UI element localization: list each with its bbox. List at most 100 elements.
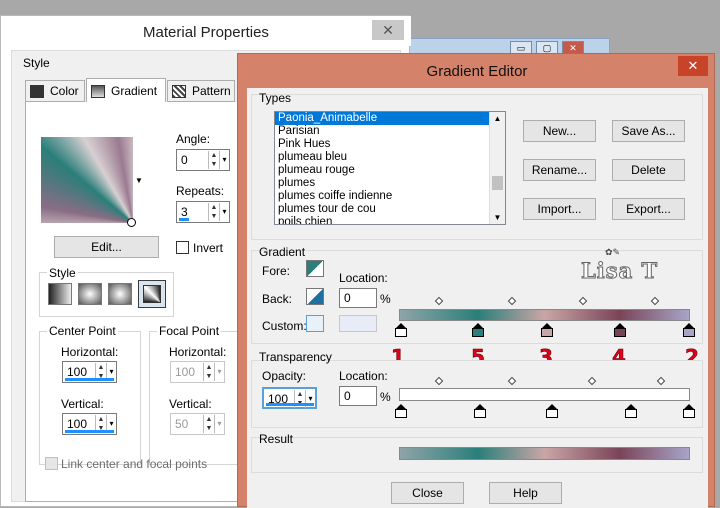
center-vertical-value: 100 — [67, 417, 88, 431]
list-item[interactable]: plumes coiffe indienne — [275, 190, 505, 203]
editor-close-button[interactable]: ✕ — [678, 56, 708, 76]
color-stop-5[interactable] — [472, 323, 484, 337]
list-item[interactable]: poils chien — [275, 216, 505, 224]
dropdown-icon[interactable]: ▾ — [219, 203, 229, 221]
invert-checkbox[interactable] — [176, 241, 189, 254]
opacity-stop[interactable] — [546, 404, 558, 418]
opacity-stop[interactable] — [395, 404, 407, 418]
repeats-label: Repeats: — [176, 184, 225, 198]
dropdown-icon: ▾ — [214, 363, 224, 381]
spin-arrows-icon: ▲ ▼ — [203, 415, 214, 433]
rename-button[interactable]: Rename... — [523, 159, 596, 181]
watermark-logo: Lisa T — [580, 258, 659, 284]
focal-horizontal-value: 100 — [175, 365, 196, 379]
center-horizontal-spinbox[interactable]: 100 ▲ ▼ ▾ — [62, 361, 117, 383]
custom-color-preview — [339, 315, 377, 332]
editor-title: Gradient Editor — [426, 63, 528, 80]
transparency-bar[interactable] — [399, 388, 690, 401]
dropdown-icon[interactable]: ▾ — [219, 151, 229, 169]
angle-value: 0 — [181, 153, 188, 167]
opacity-stop[interactable] — [625, 404, 637, 418]
scroll-down-icon[interactable]: ▼ — [490, 211, 505, 224]
delete-button[interactable]: Delete — [612, 159, 685, 181]
opacity-label: Opacity: — [262, 369, 307, 383]
color-stop-2[interactable] — [683, 323, 695, 337]
transparency-label: Transparency — [259, 350, 332, 364]
sunburst-style-icon[interactable] — [138, 280, 166, 308]
opacity-stop[interactable] — [683, 404, 695, 418]
focal-horizontal-spinbox: 100 ▲ ▼ ▾ — [170, 361, 225, 383]
tab-gradient[interactable]: Gradient — [86, 78, 166, 104]
back-swatch-icon[interactable] — [306, 288, 324, 305]
focal-vertical-value: 50 — [175, 417, 189, 431]
gradient-label: Gradient — [259, 245, 306, 259]
opacity-stop[interactable] — [474, 404, 486, 418]
opacity-spinbox[interactable]: 100 ▲▼▾ — [262, 387, 317, 409]
list-item[interactable]: plumeau bleu — [275, 151, 505, 164]
list-item[interactable]: Pink Hues — [275, 138, 505, 151]
caret-down-icon[interactable]: ▼ — [135, 176, 143, 185]
tab-pattern[interactable]: Pattern — [167, 80, 235, 102]
list-item[interactable]: plumes — [275, 177, 505, 190]
tab-color-label: Color — [50, 84, 79, 98]
spin-arrows-icon[interactable]: ▲▼ — [208, 203, 219, 221]
link-points-label: Link center and focal points — [61, 457, 208, 471]
new-button[interactable]: New... — [523, 120, 596, 142]
save-as-button[interactable]: Save As... — [612, 120, 685, 142]
custom-label: Custom: — [262, 319, 307, 333]
color-icon — [30, 84, 44, 98]
focal-point-label: Focal Point — [157, 324, 222, 338]
location-input[interactable]: 0 — [339, 288, 377, 308]
list-scrollbar[interactable]: ▲ ▼ — [489, 112, 505, 224]
gradient-bar[interactable] — [399, 309, 690, 321]
material-title-bar: Material Properties ✕ — [1, 16, 411, 46]
editor-title-bar: Gradient Editor — [238, 54, 716, 88]
material-close-button[interactable]: ✕ — [372, 20, 404, 40]
import-button[interactable]: Import... — [523, 198, 596, 220]
scroll-up-icon[interactable]: ▲ — [490, 112, 505, 124]
scroll-thumb[interactable] — [492, 176, 503, 190]
repeats-value: 3 — [181, 205, 188, 219]
list-item[interactable]: Paonia_Animabelle — [275, 112, 505, 125]
crosshair-icon[interactable] — [127, 218, 136, 227]
repeats-spinbox[interactable]: 3 ▲ ▼ ▾ — [176, 201, 230, 223]
spin-arrows-icon[interactable]: ▲▼ — [208, 151, 219, 169]
center-horizontal-level-bar — [65, 378, 114, 381]
dropdown-icon: ▾ — [214, 415, 224, 433]
result-gradient-bar — [399, 447, 690, 460]
types-list[interactable]: Paonia_Animabelle Parisian Pink Hues plu… — [274, 111, 506, 225]
linear-style-icon[interactable] — [48, 283, 72, 305]
help-button[interactable]: Help — [489, 482, 562, 504]
color-stop-1[interactable] — [395, 323, 407, 337]
style-label: Style — [23, 56, 50, 70]
result-label: Result — [259, 432, 294, 446]
center-horizontal-value: 100 — [67, 365, 88, 379]
center-vertical-spinbox[interactable]: 100 ▲ ▼ ▾ — [62, 413, 117, 435]
tab-color[interactable]: Color — [25, 80, 85, 102]
list-item[interactable]: Parisian — [275, 125, 505, 138]
center-vertical-level-bar — [65, 430, 114, 433]
color-stop-3[interactable] — [541, 323, 553, 337]
style-group-label: Style — [47, 266, 78, 280]
focal-vertical-spinbox: 50 ▲ ▼ ▾ — [170, 413, 225, 435]
focal-horizontal-label: Horizontal: — [169, 345, 227, 359]
color-stop-4[interactable] — [614, 323, 626, 337]
gradient-icon — [91, 84, 105, 98]
editor-body: Types Paonia_Animabelle Parisian Pink Hu… — [247, 88, 708, 508]
list-item[interactable]: plumeau rouge — [275, 164, 505, 177]
list-item[interactable]: plumes tour de cou — [275, 203, 505, 216]
custom-swatch-icon[interactable] — [306, 315, 324, 332]
angle-spinbox[interactable]: 0 ▲ ▼ ▾ — [176, 149, 230, 171]
center-vertical-label: Vertical: — [61, 397, 104, 411]
invert-label: Invert — [193, 241, 224, 255]
radial-style-icon[interactable] — [108, 283, 132, 305]
tab-gradient-label: Gradient — [111, 84, 158, 98]
gradient-preview[interactable] — [41, 137, 133, 223]
location-label: Location: — [339, 271, 388, 285]
fore-swatch-icon[interactable] — [306, 260, 324, 277]
close-button[interactable]: Close — [391, 482, 464, 504]
transparency-location-input[interactable]: 0 — [339, 386, 377, 406]
export-button[interactable]: Export... — [612, 198, 685, 220]
edit-button[interactable]: Edit... — [54, 236, 159, 258]
rectangular-style-icon[interactable] — [78, 283, 102, 305]
